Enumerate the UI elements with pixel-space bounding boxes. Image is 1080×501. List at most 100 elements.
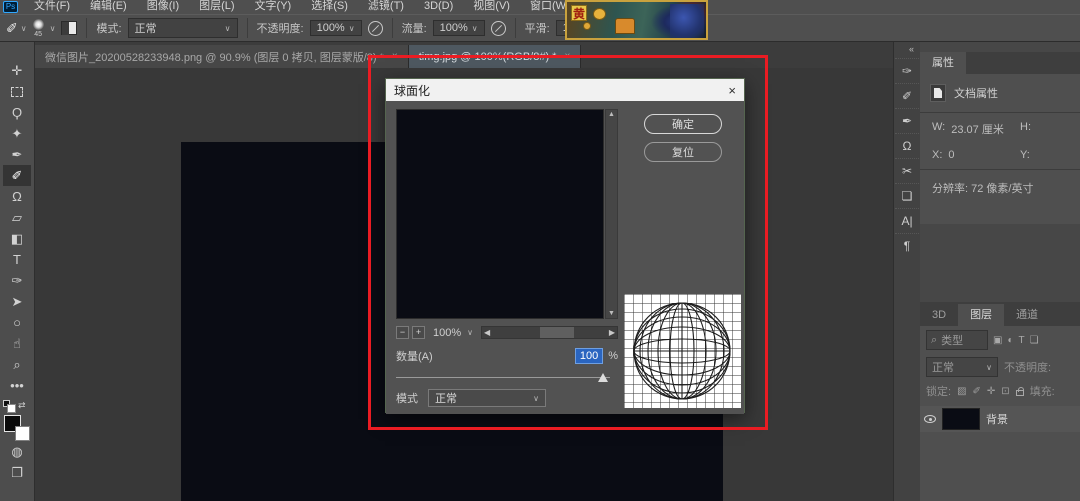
scroll-right-icon[interactable]: ▶ (607, 328, 617, 337)
brushes-icon[interactable]: ✐ (895, 83, 919, 108)
hand-tool[interactable]: ☝ (3, 333, 31, 354)
close-icon[interactable]: × (564, 51, 570, 62)
menu-layer[interactable]: 图层(L) (189, 0, 244, 13)
shape-tool[interactable]: ○ (3, 312, 31, 333)
brush-preset-picker[interactable]: 45 (33, 19, 44, 38)
dialog-title-bar[interactable]: 球面化 × (386, 79, 744, 101)
amount-input[interactable]: 100 (575, 348, 603, 364)
brush-panel-toggle[interactable] (61, 21, 77, 35)
paint-tools-icon[interactable]: ✒ (895, 108, 919, 133)
eraser-tool[interactable]: ▱ (3, 207, 31, 228)
lock-move-icon[interactable]: ✛ (987, 386, 995, 397)
zoom-tool[interactable]: ⌕ (3, 354, 31, 375)
x-value[interactable]: 0 (948, 149, 954, 161)
brush-size-value: 45 (34, 31, 42, 38)
preview-horizontal-scrollbar[interactable]: ◀ ▶ (481, 326, 618, 339)
flow-label: 流量: (402, 20, 427, 36)
ok-button[interactable]: 确定 (644, 114, 722, 134)
amount-slider[interactable] (396, 373, 610, 383)
scrollbar-track[interactable] (492, 327, 607, 338)
lock-artboard-icon[interactable]: ⊡ (1001, 386, 1009, 397)
tool-presets-icon[interactable]: ✂ (895, 158, 919, 183)
lasso-tool[interactable]: Ϙ (3, 102, 31, 123)
menu-3d[interactable]: 3D(D) (414, 0, 463, 13)
chevron-down-icon: ∨ (225, 24, 231, 33)
zoom-out-button[interactable]: − (396, 326, 409, 339)
document-tab[interactable]: 微信图片_20200528233948.png @ 90.9% (图层 0 拷贝… (35, 45, 409, 68)
magic-wand-tool[interactable]: ✦ (3, 123, 31, 144)
preview-vertical-scrollbar[interactable]: ▲ ▼ (605, 109, 618, 319)
scroll-left-icon[interactable]: ◀ (482, 328, 492, 337)
tab-channels[interactable]: 通道 (1004, 304, 1050, 326)
menu-select[interactable]: 选择(S) (301, 0, 358, 13)
type-tool[interactable]: T (3, 249, 31, 270)
document-tab[interactable]: timg.jpg @ 100%(RGB/8#) * × (409, 45, 582, 68)
marquee-tool[interactable] (3, 81, 31, 102)
close-icon[interactable]: × (728, 83, 736, 98)
active-tool-picker[interactable]: ✐ ∨ (6, 20, 27, 37)
screen-mode-button[interactable]: ❐ (3, 462, 31, 483)
collapse-panels-icon[interactable]: « (909, 42, 920, 58)
layer-filter-dropdown[interactable]: ⌕ 类型 (926, 330, 988, 350)
gradient-tool[interactable]: ◧ (3, 228, 31, 249)
menu-file[interactable]: 文件(F) (24, 0, 80, 13)
chevron-down-icon[interactable]: ∨ (50, 24, 56, 33)
reset-button[interactable]: 复位 (644, 142, 722, 162)
brush-settings-icon[interactable]: ✑ (895, 58, 919, 83)
tab-3d[interactable]: 3D (920, 304, 958, 326)
paragraph-panel-icon[interactable]: ¶ (895, 233, 919, 258)
spherize-dialog: 球面化 × ▲ ▼ − + 100% ∨ ◀ (385, 78, 745, 413)
layer-opacity-label: 不透明度: (1004, 359, 1051, 375)
quick-mask-button[interactable]: ◍ (3, 441, 31, 462)
tab-properties[interactable]: 属性 (920, 52, 966, 74)
overlay-banner-image: 黄 (565, 0, 708, 40)
filter-pixel-icon[interactable]: ▣ (993, 335, 1002, 346)
brush-tool[interactable]: ✐ (3, 165, 31, 186)
menu-image[interactable]: 图像(I) (137, 0, 189, 13)
menu-type[interactable]: 文字(Y) (245, 0, 302, 13)
swap-colors-icon[interactable]: ⇄ (18, 400, 26, 411)
lock-transparency-icon[interactable]: ▨ (957, 386, 966, 397)
pressure-opacity-icon[interactable] (368, 21, 383, 36)
close-icon[interactable]: × (392, 51, 398, 62)
menu-edit[interactable]: 编辑(E) (80, 0, 137, 13)
lock-paint-icon[interactable]: ✐ (973, 386, 981, 397)
mode-dropdown[interactable]: 正常 ∨ (428, 389, 546, 407)
scroll-up-icon[interactable]: ▲ (608, 111, 615, 118)
eyedropper-tool[interactable]: ✒ (3, 144, 31, 165)
filter-shape-icon[interactable]: ❏ (1030, 335, 1039, 346)
edit-toolbar-button[interactable]: ••• (3, 375, 31, 396)
tab-layers[interactable]: 图层 (958, 304, 1004, 326)
libraries-icon[interactable]: ❏ (895, 183, 919, 208)
default-colors-icon[interactable] (3, 400, 10, 407)
clone-stamp-tool[interactable]: Ω (3, 186, 31, 207)
zoom-level-dropdown[interactable]: 100% ∨ (428, 326, 478, 340)
slider-thumb[interactable] (598, 373, 608, 382)
layer-row-background[interactable]: 背景 (920, 406, 1080, 432)
filter-type-icon[interactable]: T (1019, 335, 1025, 346)
lock-all-icon[interactable] (1016, 390, 1024, 396)
divider (86, 18, 87, 38)
clone-source-icon[interactable]: Ω (895, 133, 919, 158)
zoom-in-button[interactable]: + (412, 326, 425, 339)
move-tool[interactable]: ✛ (3, 60, 31, 81)
blend-mode-dropdown[interactable]: 正常 ∨ (128, 18, 238, 38)
filter-adjustment-icon[interactable]: ◐ (1007, 335, 1013, 346)
menu-filter[interactable]: 滤镜(T) (358, 0, 414, 13)
character-panel-icon[interactable]: A| (895, 208, 919, 233)
layer-blend-mode-dropdown[interactable]: 正常 ∨ (926, 357, 998, 377)
chevron-down-icon: ∨ (986, 363, 992, 372)
scrollbar-thumb[interactable] (540, 327, 574, 338)
filter-preview-image[interactable] (396, 109, 604, 319)
menu-view[interactable]: 视图(V) (463, 0, 520, 13)
opacity-dropdown[interactable]: 100% ∨ (310, 20, 362, 36)
document-properties-label: 文档属性 (954, 85, 998, 101)
scroll-down-icon[interactable]: ▼ (608, 310, 615, 317)
background-color-swatch[interactable] (15, 426, 30, 441)
width-value[interactable]: 23.07 厘米 (951, 121, 1004, 137)
path-select-tool[interactable]: ➤ (3, 291, 31, 312)
flow-dropdown[interactable]: 100% ∨ (433, 20, 485, 36)
pen-tool[interactable]: ✑ (3, 270, 31, 291)
airbrush-icon[interactable] (491, 21, 506, 36)
visibility-eye-icon[interactable] (924, 415, 936, 423)
